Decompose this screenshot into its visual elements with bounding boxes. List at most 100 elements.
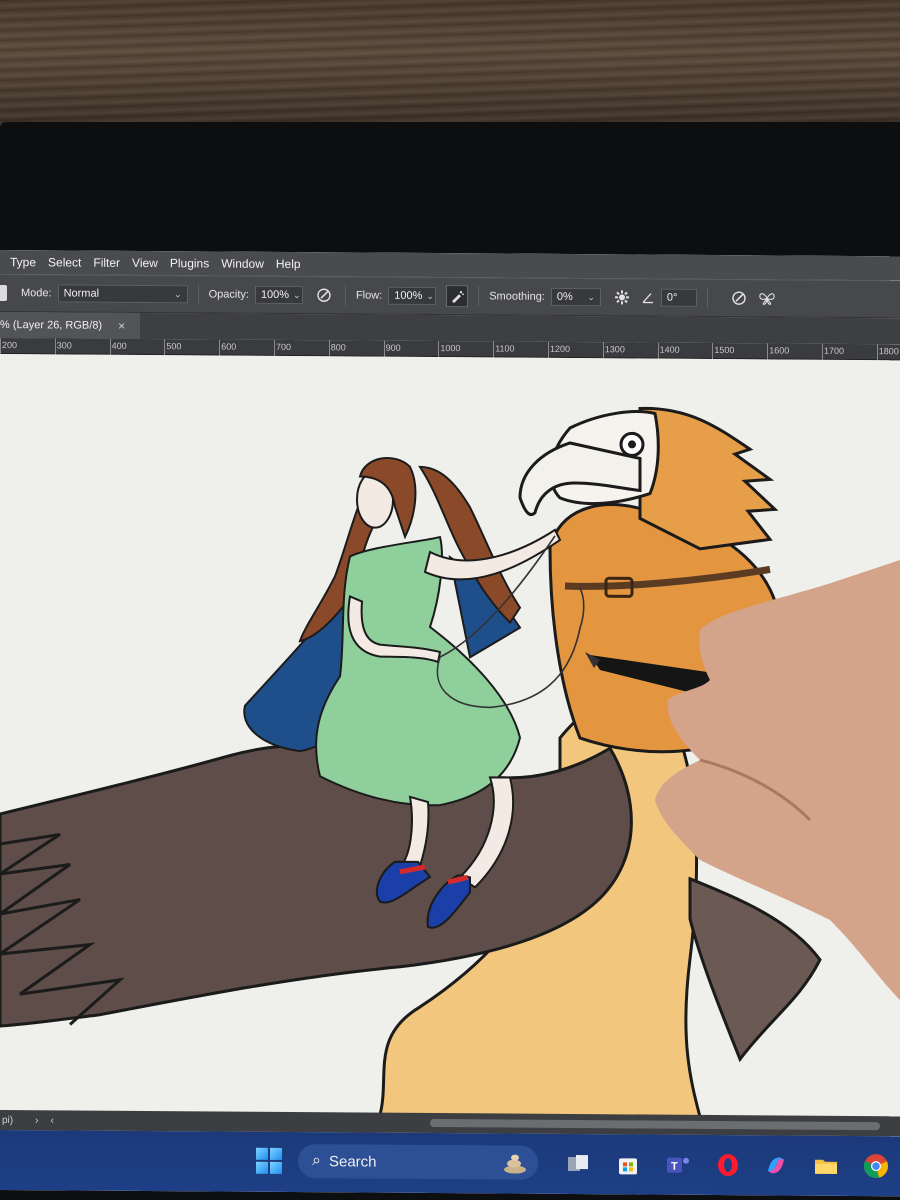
horizontal-scrollbar[interactable] <box>430 1119 880 1131</box>
chevron-down-icon[interactable]: ⌄ <box>587 292 595 303</box>
ruler-tick <box>822 343 823 360</box>
search-icon: ⌕ <box>312 1152 321 1170</box>
angle-icon <box>637 286 659 308</box>
opera-icon[interactable] <box>714 1151 742 1179</box>
pressure-opacity-icon[interactable] <box>313 284 335 306</box>
eagle-pupil <box>628 440 636 449</box>
opacity-field[interactable]: 100% ⌄ <box>254 285 303 305</box>
copilot-icon[interactable] <box>762 1151 790 1179</box>
opacity-value: 100% <box>260 288 290 302</box>
ruler-tick <box>109 338 111 355</box>
ruler-tick <box>274 339 275 356</box>
ruler-label: 600 <box>221 341 237 352</box>
chevron-down-icon[interactable]: ⌄ <box>293 290 301 301</box>
tool-preset-icon[interactable] <box>0 284 7 302</box>
mode-dropdown[interactable]: Normal ⌄ <box>57 284 188 304</box>
ruler-label: 1300 <box>604 344 625 355</box>
angle-field[interactable]: 0° <box>660 288 697 307</box>
ruler-label: 300 <box>56 340 72 351</box>
divider <box>706 287 708 308</box>
ruler-tick <box>383 340 385 357</box>
ruler-tick <box>657 342 659 359</box>
pressure-size-icon[interactable] <box>728 287 750 309</box>
chrome-icon[interactable] <box>862 1152 890 1180</box>
flow-label: Flow: <box>355 289 383 302</box>
ruler-label: 1200 <box>550 343 571 354</box>
ruler-label: 800 <box>330 342 346 353</box>
store-icon[interactable] <box>614 1150 642 1178</box>
mode-label: Mode: <box>21 287 52 300</box>
close-icon[interactable]: × <box>118 319 125 333</box>
chevron-down-icon[interactable]: ⌄ <box>426 290 434 301</box>
symmetry-butterfly-icon[interactable] <box>756 287 778 309</box>
ruler-label: 1700 <box>824 345 845 356</box>
document-title: % (Layer 26, RGB/8) <box>0 319 103 332</box>
ruler-label: 1100 <box>495 343 515 354</box>
ruler-label: 400 <box>111 340 127 351</box>
ruler-tick <box>767 343 769 360</box>
divider <box>344 285 346 306</box>
opacity-label: Opacity: <box>208 288 249 301</box>
tablet-screen: Type Select Filter View Plugins Window H… <box>0 250 900 1197</box>
menu-help[interactable]: Help <box>276 257 307 271</box>
smoothing-label: Smoothing: <box>489 290 545 303</box>
teams-icon[interactable]: T <box>664 1151 692 1179</box>
ruler-tick <box>54 338 56 355</box>
flow-value: 100% <box>394 289 423 302</box>
smoothing-value: 0% <box>556 290 573 303</box>
search-placeholder: Search <box>328 1152 377 1171</box>
chevron-left-icon[interactable]: ‹ <box>50 1115 53 1126</box>
ruler-label: 1400 <box>659 344 680 355</box>
menu-plugins[interactable]: Plugins <box>170 256 215 270</box>
ruler-label: 500 <box>166 341 182 352</box>
ruler-label: 1800 <box>878 346 899 357</box>
start-button[interactable] <box>256 1147 282 1174</box>
ruler-label: 700 <box>276 341 292 353</box>
ruler-tick <box>548 341 549 358</box>
taskbar-search[interactable]: ⌕ Search <box>298 1144 538 1180</box>
ruler-tick <box>438 341 440 358</box>
windows-taskbar: ⌕ Search T <box>0 1130 900 1197</box>
task-view-icon[interactable] <box>564 1150 592 1178</box>
menu-select[interactable]: Select <box>48 255 87 269</box>
eagle-right-wing <box>688 876 822 1063</box>
document-tab[interactable]: % (Layer 26, RGB/8) × <box>0 312 140 339</box>
ruler-tick <box>493 341 495 358</box>
divider <box>197 284 199 305</box>
ruler-label: 1600 <box>769 345 790 356</box>
flow-field[interactable]: 100% ⌄ <box>388 286 437 306</box>
artwork <box>0 406 822 1119</box>
ruler-tick <box>219 339 221 356</box>
menu-filter[interactable]: Filter <box>93 256 126 270</box>
chevron-right-icon[interactable]: › <box>35 1115 38 1126</box>
ruler-label: 200 <box>2 340 18 351</box>
ruler-label: 1000 <box>440 343 461 354</box>
ruler-label: 900 <box>385 342 401 353</box>
ruler-tick <box>876 344 878 361</box>
ruler-tick <box>328 340 330 357</box>
wooden-desk-background <box>0 0 900 130</box>
mode-value: Normal <box>63 287 100 300</box>
menu-window[interactable]: Window <box>221 257 270 271</box>
stones-widget-icon <box>504 1154 526 1174</box>
ruler-tick <box>602 342 604 359</box>
airbrush-icon[interactable] <box>446 285 469 308</box>
divider <box>478 286 480 307</box>
smoothing-field[interactable]: 0% ⌄ <box>550 287 601 307</box>
eagle-head-crest <box>638 406 779 551</box>
file-explorer-icon[interactable] <box>812 1152 840 1180</box>
menu-type[interactable]: Type <box>10 255 42 269</box>
svg-text:T: T <box>671 1161 678 1173</box>
ruler-tick <box>164 339 166 356</box>
ruler-label: 1500 <box>714 344 735 356</box>
chevron-down-icon: ⌄ <box>174 288 182 299</box>
windows-logo-icon <box>256 1147 268 1160</box>
zoom-readout: pi) <box>2 1114 14 1126</box>
gear-icon[interactable] <box>611 286 633 308</box>
drawing-canvas[interactable] <box>0 354 900 1119</box>
ruler-tick <box>712 342 714 359</box>
angle-value: 0° <box>666 291 678 304</box>
tool-options-bar: Mode: Normal ⌄ Opacity: 100% ⌄ Flow: 100… <box>0 274 900 319</box>
menu-view[interactable]: View <box>132 256 164 270</box>
ruler-tick <box>0 338 1 355</box>
